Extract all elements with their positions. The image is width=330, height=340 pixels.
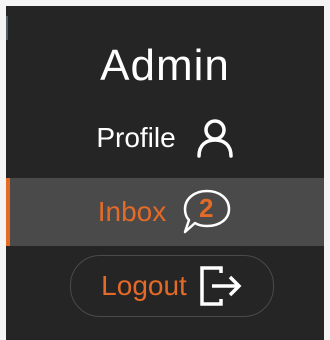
logout-icon [199,265,243,307]
unread-count-badge: 2 [199,193,214,223]
menu-item-inbox[interactable]: Inbox 2 [6,178,324,246]
menu-item-label: Profile [96,122,176,153]
menu-item-label: Logout [101,270,187,301]
menu-item-label: Inbox [97,196,167,227]
logout-button[interactable]: Logout [70,255,274,317]
menu-item-profile[interactable]: Profile [6,110,324,166]
chat-bubble-icon: 2 [180,188,232,236]
menu-title: Admin [100,41,230,90]
active-indicator [6,178,10,246]
admin-menu-panel: Admin Profile Inbox 2 Logout [6,6,324,340]
panel-edge-accent [6,16,8,40]
user-icon [196,118,234,158]
